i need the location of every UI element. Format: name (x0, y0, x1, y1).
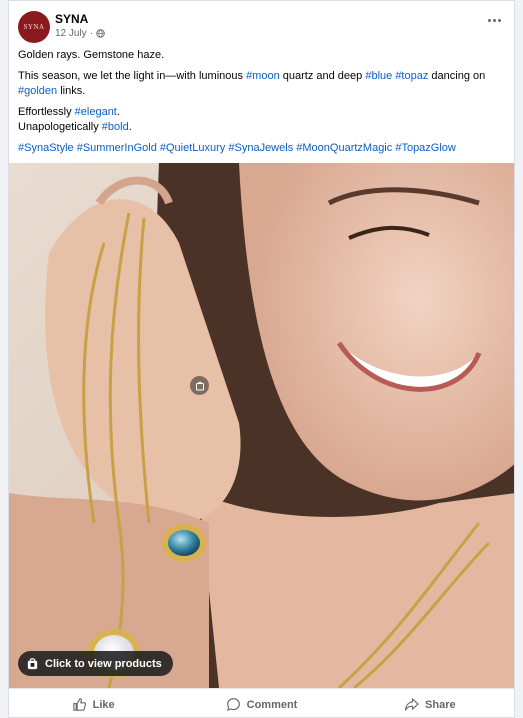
caption-text: quartz and deep (279, 70, 366, 82)
avatar-logo-text: SYNA (23, 23, 45, 31)
avatar[interactable]: SYNA (18, 11, 50, 43)
caption-text: dancing on (428, 70, 486, 82)
shopping-bag-icon (27, 658, 38, 670)
comment-label: Comment (246, 698, 298, 711)
globe-icon (96, 29, 105, 38)
post-caption: Golden rays. Gemstone haze. This season,… (18, 48, 508, 156)
hashtag-link[interactable]: #elegant (75, 106, 117, 118)
like-label: Like (92, 698, 115, 711)
like-icon (72, 698, 86, 711)
post-meta: 12 July · (55, 28, 105, 39)
caption-text: . (128, 121, 132, 133)
caption-text: Unapologetically (18, 121, 102, 133)
post-date[interactable]: 12 July (55, 28, 87, 39)
caption-hashtags: #SynaStyle #SummerInGold #QuietLuxury #S… (18, 141, 508, 156)
caption-text: . (116, 106, 120, 118)
hashtag-link[interactable]: #SynaStyle (18, 142, 74, 154)
hashtag-link[interactable]: #QuietLuxury (160, 142, 225, 154)
share-label: Share (425, 698, 456, 711)
comment-icon (226, 698, 240, 711)
hashtag-link[interactable]: #moon (246, 70, 280, 82)
meta-separator: · (89, 28, 94, 39)
caption-line-1: Golden rays. Gemstone haze. (18, 49, 165, 61)
share-button[interactable]: Share (346, 689, 514, 717)
hashtag-link[interactable]: #golden (18, 85, 57, 97)
caption-line-4: Unapologetically #bold. (18, 120, 508, 135)
share-icon (404, 698, 419, 711)
post-header: SYNA SYNA 12 July · (9, 1, 514, 47)
hashtag-link[interactable]: #bold (102, 121, 129, 133)
hashtag-link[interactable]: #TopazGlow (395, 142, 456, 154)
caption-text: This season, we let the light in—with lu… (18, 70, 247, 82)
hashtag-link[interactable]: #blue (365, 70, 392, 82)
caption-text: links. (57, 85, 86, 97)
comment-button[interactable]: Comment (177, 689, 345, 717)
caption-line-3: Effortlessly #elegant. (18, 105, 508, 120)
post-photo[interactable]: Click to view products (9, 163, 514, 688)
model-jewelry-photo (9, 163, 514, 688)
view-products-label: Click to view products (45, 657, 162, 670)
page-name[interactable]: SYNA (55, 12, 88, 26)
caption-text: Effortlessly (18, 106, 75, 118)
hashtag-link[interactable]: #topaz (395, 70, 428, 82)
hashtag-link[interactable]: #MoonQuartzMagic (296, 142, 392, 154)
product-tag-icon[interactable] (190, 376, 209, 395)
post-actions-bar: Like Comment Share (9, 688, 514, 717)
facebook-post: SYNA SYNA 12 July · Golden rays. Gemston… (8, 0, 515, 718)
hashtag-link[interactable]: #SummerInGold (77, 142, 157, 154)
more-options-icon[interactable] (488, 15, 504, 25)
like-button[interactable]: Like (9, 689, 177, 717)
view-products-button[interactable]: Click to view products (18, 651, 173, 676)
caption-line-2: This season, we let the light in—with lu… (18, 69, 508, 99)
hashtag-link[interactable]: #SynaJewels (228, 142, 293, 154)
